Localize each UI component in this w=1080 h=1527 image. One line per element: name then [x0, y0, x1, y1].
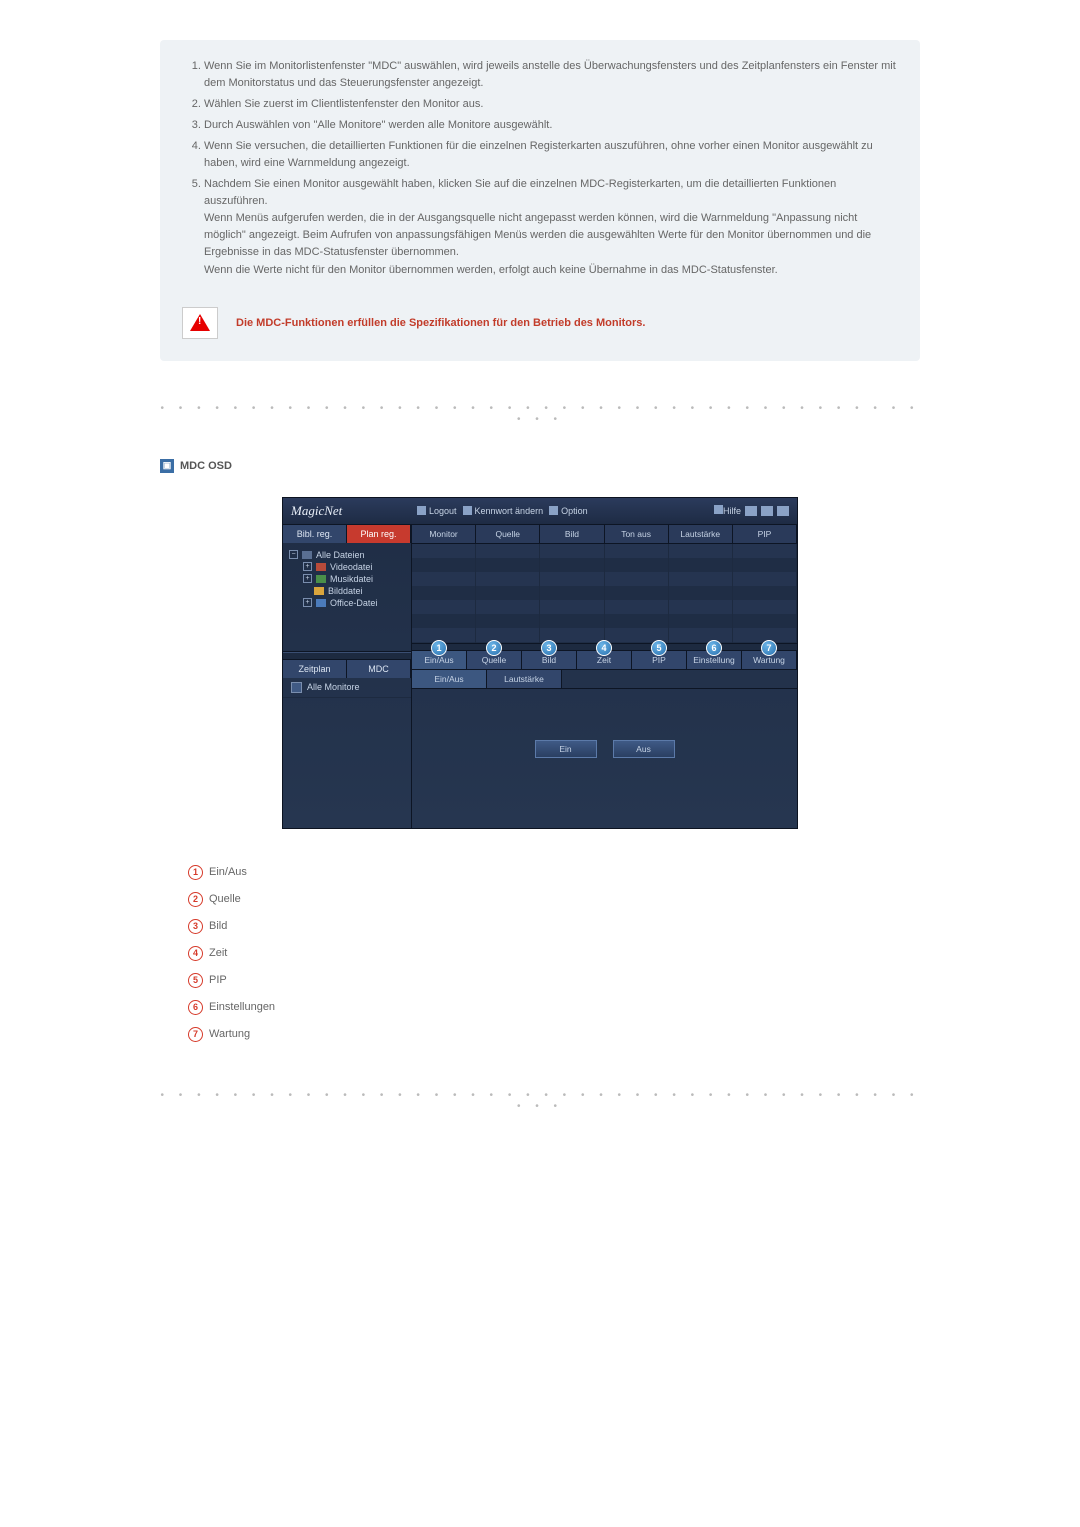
- section-title: MDC OSD: [180, 460, 232, 472]
- expand-icon[interactable]: +: [303, 574, 312, 583]
- instruction-item: Wenn Sie versuchen, die detaillierten Fu…: [204, 138, 898, 172]
- app-logo: MagicNet: [291, 503, 417, 519]
- tree-item[interactable]: Bilddatei: [289, 585, 405, 597]
- monitor-status-grid: [412, 544, 797, 644]
- collapse-icon[interactable]: −: [289, 550, 298, 559]
- instruction-item: Wenn Sie im Monitorlistenfenster "MDC" a…: [204, 58, 898, 92]
- window-close-icon[interactable]: [777, 506, 789, 516]
- separator: • • • • • • • • • • • • • • • • • • • • …: [160, 1090, 920, 1112]
- toolbar-password[interactable]: Kennwort ändern: [463, 506, 544, 516]
- legend-item: 6Einstellungen: [188, 994, 920, 1021]
- mdc-tab-source[interactable]: 2Quelle: [467, 651, 522, 669]
- callout-2: 2: [486, 640, 502, 656]
- monitor-tab[interactable]: Bild: [540, 525, 604, 543]
- legend-num-1: 1: [188, 865, 203, 880]
- expand-icon[interactable]: +: [303, 598, 312, 607]
- callout-5: 5: [651, 640, 667, 656]
- callout-4: 4: [596, 640, 612, 656]
- mdc-tab-maintenance[interactable]: 7Wartung: [742, 651, 797, 669]
- folder-icon: [302, 551, 312, 559]
- instruction-box: Wenn Sie im Monitorlistenfenster "MDC" a…: [160, 40, 920, 361]
- toolbar-logout[interactable]: Logout: [417, 506, 457, 516]
- toolbar-help[interactable]: Hilfe: [714, 505, 741, 516]
- expand-icon[interactable]: +: [303, 562, 312, 571]
- client-list: Alle Monitore: [283, 678, 411, 828]
- section-header: ▣ MDC OSD: [160, 459, 920, 473]
- folder-icon: [314, 587, 324, 595]
- file-tree: −Alle Dateien +Videodatei +Musikdatei Bi…: [283, 543, 411, 652]
- legend-num-7: 7: [188, 1027, 203, 1042]
- gear-icon: [549, 506, 558, 515]
- window-max-icon[interactable]: [761, 506, 773, 516]
- callout-6: 6: [706, 640, 722, 656]
- separator: • • • • • • • • • • • • • • • • • • • • …: [160, 403, 920, 425]
- legend-item: 3Bild: [188, 913, 920, 940]
- detail-tab-volume[interactable]: Lautstärke: [487, 670, 562, 688]
- splitter[interactable]: [283, 652, 411, 660]
- folder-icon: [316, 563, 326, 571]
- legend-item: 5PIP: [188, 967, 920, 994]
- legend-num-6: 6: [188, 1000, 203, 1015]
- legend: 1Ein/Aus 2Quelle 3Bild 4Zeit 5PIP 6Einst…: [188, 859, 920, 1048]
- legend-num-3: 3: [188, 919, 203, 934]
- tree-root[interactable]: −Alle Dateien: [289, 549, 405, 561]
- section-icon: ▣: [160, 459, 174, 473]
- monitor-tab[interactable]: Monitor: [412, 525, 476, 543]
- tree-item[interactable]: +Musikdatei: [289, 573, 405, 585]
- side-tab-plan[interactable]: Plan reg.: [347, 525, 411, 543]
- monitor-tabs: Monitor Quelle Bild Ton aus Lautstärke P…: [412, 525, 797, 544]
- monitor-tab[interactable]: PIP: [733, 525, 797, 543]
- callout-7: 7: [761, 640, 777, 656]
- help-icon: [714, 505, 723, 514]
- mdc-tab-time[interactable]: 4Zeit: [577, 651, 632, 669]
- app-titlebar: MagicNet Logout Kennwort ändern Option H…: [283, 498, 797, 525]
- side-tab-schedule[interactable]: Zeitplan: [283, 660, 347, 678]
- folder-icon: [316, 575, 326, 583]
- instruction-item: Nachdem Sie einen Monitor ausgewählt hab…: [204, 176, 898, 278]
- legend-num-4: 4: [188, 946, 203, 961]
- window-min-icon[interactable]: [745, 506, 757, 516]
- warning-row: Die MDC-Funktionen erfüllen die Spezifik…: [182, 307, 898, 339]
- mdc-tab-pip[interactable]: 5PIP: [632, 651, 687, 669]
- mdc-tab-setting[interactable]: 6Einstellung: [687, 651, 742, 669]
- callout-3: 3: [541, 640, 557, 656]
- tree-item[interactable]: +Videodatei: [289, 561, 405, 573]
- toolbar-option[interactable]: Option: [549, 506, 588, 516]
- app-screenshot: MagicNet Logout Kennwort ändern Option H…: [282, 497, 798, 829]
- checkbox[interactable]: [291, 682, 302, 693]
- side-tab-mdc[interactable]: MDC: [347, 660, 411, 678]
- monitor-tab[interactable]: Ton aus: [605, 525, 669, 543]
- power-on-button[interactable]: Ein: [535, 740, 597, 758]
- power-off-button[interactable]: Aus: [613, 740, 675, 758]
- warning-text: Die MDC-Funktionen erfüllen die Spezifik…: [236, 317, 645, 329]
- legend-item: 7Wartung: [188, 1021, 920, 1048]
- mdc-tabs: 1Ein/Aus 2Quelle 3Bild 4Zeit 5PIP 6Einst…: [412, 651, 797, 670]
- legend-num-2: 2: [188, 892, 203, 907]
- instruction-item: Durch Auswählen von "Alle Monitore" werd…: [204, 117, 898, 134]
- legend-num-5: 5: [188, 973, 203, 988]
- legend-item: 1Ein/Aus: [188, 859, 920, 886]
- detail-panel: Ein Aus: [412, 688, 797, 809]
- mdc-tab-picture[interactable]: 3Bild: [522, 651, 577, 669]
- tree-item[interactable]: +Office-Datei: [289, 597, 405, 609]
- key-icon: [463, 506, 472, 515]
- monitor-tab[interactable]: Lautstärke: [669, 525, 733, 543]
- detail-tab-power[interactable]: Ein/Aus: [412, 670, 487, 688]
- client-all-monitors[interactable]: Alle Monitore: [283, 678, 411, 698]
- folder-icon: [316, 599, 326, 607]
- legend-item: 4Zeit: [188, 940, 920, 967]
- monitor-tab[interactable]: Quelle: [476, 525, 540, 543]
- legend-item: 2Quelle: [188, 886, 920, 913]
- logout-icon: [417, 506, 426, 515]
- instruction-item: Wählen Sie zuerst im Clientlistenfenster…: [204, 96, 898, 113]
- mdc-tab-power[interactable]: 1Ein/Aus: [412, 651, 467, 669]
- callout-1: 1: [431, 640, 447, 656]
- side-tab-library[interactable]: Bibl. reg.: [283, 525, 347, 543]
- warning-icon: [182, 307, 218, 339]
